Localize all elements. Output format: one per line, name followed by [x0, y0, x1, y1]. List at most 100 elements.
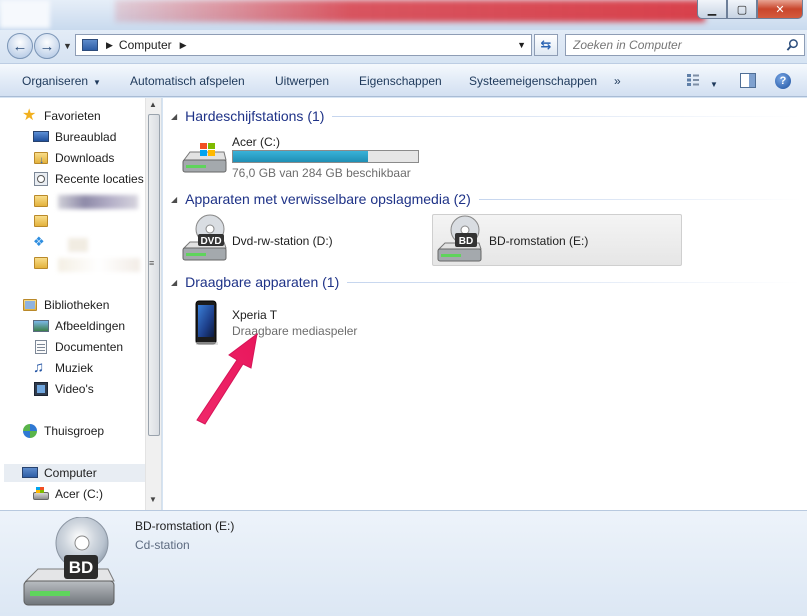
group-header-portable[interactable]: ◢ Draagbare apparaten (1) — [171, 272, 801, 292]
group-title-portable: Draagbare apparaten (1) — [185, 274, 340, 290]
details-item-name: BD-romstation (E:) — [135, 519, 235, 533]
help-icon[interactable]: ? — [775, 73, 791, 89]
nav-folder-blurred-2[interactable] — [33, 212, 49, 230]
hard-drive-icon — [182, 143, 227, 173]
recent-pages-dropdown[interactable]: ▼ — [63, 41, 72, 51]
close-button[interactable]: ✕ — [757, 0, 803, 19]
details-item-type: Cd-station — [135, 538, 190, 552]
drive-d-name: Dvd-rw-station (D:) — [232, 234, 333, 248]
nav-downloads[interactable]: ↓ Downloads — [33, 149, 114, 167]
more-commands-button[interactable]: » — [614, 74, 621, 88]
view-dropdown-icon[interactable]: ▼ — [710, 76, 718, 90]
blurred-label — [58, 258, 140, 272]
properties-button[interactable]: Eigenschappen — [359, 74, 442, 88]
details-bd-badge-label: BD — [69, 558, 94, 577]
system-properties-button[interactable]: Systeemeigenschappen — [469, 74, 597, 88]
autoplay-button[interactable]: Automatisch afspelen — [130, 74, 245, 88]
drive-c-free-space: 76,0 GB van 284 GB beschikbaar — [232, 166, 411, 180]
nav-computer-label: Computer — [44, 466, 97, 480]
nav-libraries-label: Bibliotheken — [44, 298, 110, 312]
documents-icon — [33, 339, 49, 355]
nav-videos[interactable]: Video's — [33, 380, 94, 398]
blurred-title-left — [0, 0, 50, 28]
search-icon[interactable] — [786, 38, 799, 52]
downloads-folder-icon: ↓ — [33, 150, 49, 166]
refresh-button[interactable]: ⇆ — [534, 34, 558, 56]
view-options-icon[interactable] — [686, 73, 700, 87]
nav-documents[interactable]: Documenten — [33, 338, 123, 356]
group-divider — [347, 281, 801, 283]
group-header-removable[interactable]: ◢ Apparaten met verwisselbare opslagmedi… — [171, 189, 801, 209]
nav-drive-c[interactable]: Acer (C:) — [33, 485, 103, 503]
videos-icon — [33, 381, 49, 397]
drive-c-usage-bar — [232, 150, 419, 163]
drive-tile-d[interactable]: DVD Dvd-rw-station (D:) — [180, 214, 430, 266]
collapse-triangle-icon[interactable]: ◢ — [171, 112, 177, 121]
scroll-up-icon[interactable]: ▲ — [149, 100, 157, 109]
address-row: ← → ▼ ▶ Computer ▶ ▼ ⇆ — [0, 30, 807, 60]
drive-tile-e[interactable]: BD BD-romstation (E:) — [432, 214, 682, 266]
hard-drive-icon — [33, 486, 49, 502]
nav-computer[interactable]: Computer — [4, 464, 145, 482]
address-bar[interactable]: ▶ Computer ▶ ▼ — [75, 34, 532, 56]
organize-label: Organiseren — [22, 74, 89, 88]
nav-favorites-label: Favorieten — [44, 109, 101, 123]
group-header-hdd[interactable]: ◢ Hardeschijfstations (1) — [171, 106, 801, 126]
refresh-icon: ⇆ — [540, 37, 552, 52]
back-button[interactable]: ← — [7, 33, 33, 59]
forward-button[interactable]: → — [34, 33, 60, 59]
nav-homegroup[interactable]: Thuisgroep — [22, 422, 104, 440]
nav-documents-label: Documenten — [55, 340, 124, 354]
breadcrumb-computer[interactable]: Computer — [119, 38, 172, 52]
arrow-left-icon: ← — [12, 37, 28, 55]
search-input[interactable] — [573, 38, 773, 52]
folder-icon — [33, 255, 49, 271]
bd-drive-icon: BD — [437, 215, 482, 262]
navigation-pane: ★ Favorieten Bureaublad ↓ Downloads Rece… — [0, 98, 162, 510]
blurred-label — [58, 195, 138, 209]
address-dropdown-icon[interactable]: ▼ — [517, 40, 526, 50]
drive-tile-c[interactable]: Acer (C:) 76,0 GB van 284 GB beschikbaar — [180, 128, 430, 180]
minimize-button[interactable]: ▁ — [697, 0, 727, 19]
nav-recent[interactable]: Recente locaties — [33, 170, 144, 188]
dvd-badge-label: DVD — [200, 236, 221, 247]
details-pane: BD BD-romstation (E:) Cd-station — [0, 510, 807, 616]
scroll-down-icon[interactable]: ▼ — [149, 495, 157, 504]
organize-button[interactable]: Organiseren ▼ — [22, 74, 101, 88]
star-icon: ★ — [22, 107, 37, 124]
collapse-triangle-icon[interactable]: ◢ — [171, 278, 177, 287]
nav-pictures-label: Afbeeldingen — [55, 319, 126, 333]
nav-desktop[interactable]: Bureaublad — [33, 128, 116, 146]
preview-pane-icon[interactable] — [740, 73, 756, 88]
nav-libraries[interactable]: Bibliotheken — [22, 296, 109, 314]
window-controls: ▁ ▢ ✕ — [697, 0, 803, 19]
breadcrumb-separator-icon[interactable]: ▶ — [106, 40, 113, 51]
arrow-right-icon: → — [39, 37, 55, 55]
nav-folder-blurred-1[interactable] — [33, 192, 49, 210]
scrollbar-thumb[interactable] — [148, 114, 160, 436]
nav-favorites[interactable]: ★ Favorieten — [22, 107, 101, 125]
nav-dropbox[interactable]: ❖ — [33, 233, 49, 251]
nav-scrollbar[interactable]: ▲ ≡ ▼ — [145, 98, 161, 510]
drive-c-name: Acer (C:) — [232, 135, 280, 149]
maximize-button[interactable]: ▢ — [727, 0, 757, 19]
desktop-icon — [33, 129, 49, 145]
collapse-triangle-icon[interactable]: ◢ — [171, 195, 177, 204]
group-divider — [478, 198, 801, 200]
scrollbar-grip-icon: ≡ — [149, 258, 155, 268]
eject-button[interactable]: Uitwerpen — [275, 74, 329, 88]
device-xperia-name: Xperia T — [232, 308, 278, 322]
homegroup-icon — [22, 423, 38, 439]
nav-music[interactable]: ♫ Muziek — [33, 359, 93, 377]
nav-drive-c-label: Acer (C:) — [55, 487, 103, 501]
nav-folder-blurred-3[interactable] — [33, 254, 49, 272]
nav-music-label: Muziek — [55, 361, 94, 375]
nav-recent-label: Recente locaties — [55, 172, 144, 186]
music-icon: ♫ — [33, 359, 45, 376]
nav-desktop-label: Bureaublad — [55, 130, 117, 144]
dropbox-icon: ❖ — [33, 234, 45, 249]
chevron-down-icon: ▼ — [93, 78, 101, 87]
breadcrumb-chevron-icon[interactable]: ▶ — [180, 40, 187, 51]
computer-icon — [22, 465, 38, 481]
nav-pictures[interactable]: Afbeeldingen — [33, 317, 125, 335]
